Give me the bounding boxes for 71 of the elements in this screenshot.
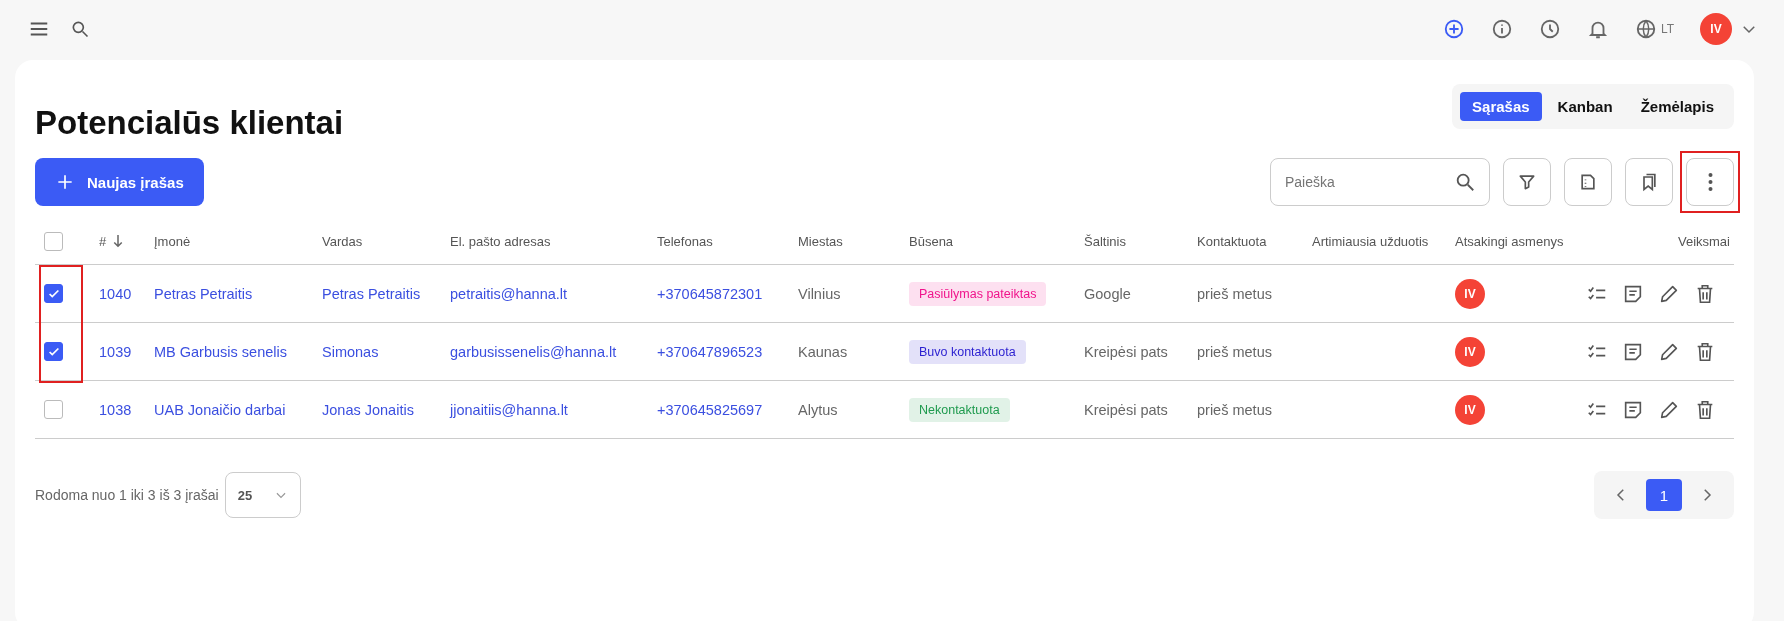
user-avatar[interactable]: IV xyxy=(1700,13,1732,45)
owner-avatar: IV xyxy=(1455,278,1485,309)
plus-icon xyxy=(55,172,75,192)
view-tab[interactable]: Žemėlapis xyxy=(1628,92,1726,121)
column-header[interactable]: Vardas xyxy=(322,233,363,249)
column-header[interactable]: El. pašto adresas xyxy=(450,233,551,249)
view-tab[interactable]: Sąrašas xyxy=(1460,92,1542,121)
company-link[interactable]: UAB Jonaičio darbai xyxy=(154,401,286,418)
column-header[interactable]: Būsena xyxy=(909,233,954,249)
search-icon xyxy=(1454,171,1476,193)
status-tag: Pasiūlymas pateiktas xyxy=(909,281,1047,306)
contacted-text: prieš metus xyxy=(1197,343,1272,360)
sort-arrow-icon[interactable] xyxy=(112,232,125,250)
more-icon xyxy=(1707,173,1713,191)
owner-avatar: IV xyxy=(1455,336,1485,367)
row-checkbox[interactable] xyxy=(44,400,63,419)
phone-link[interactable]: +370645872301 xyxy=(657,285,763,302)
filter-button[interactable] xyxy=(1503,158,1551,206)
column-header[interactable]: Šaltinis xyxy=(1084,233,1126,249)
email-link[interactable]: jjonaitiis@hanna.lt xyxy=(450,401,568,418)
contact-name-link[interactable]: Simonas xyxy=(322,343,379,360)
row-checkbox[interactable] xyxy=(44,342,63,361)
search-icon[interactable] xyxy=(70,19,90,39)
city-text: Kaunas xyxy=(798,343,848,360)
column-header[interactable]: Atsakingi asmenys xyxy=(1455,233,1564,249)
source-text: Kreipėsi pats xyxy=(1084,401,1168,418)
clock-icon[interactable] xyxy=(1538,18,1561,40)
document-button[interactable] xyxy=(1564,158,1612,206)
page-size-select[interactable]: 25 xyxy=(224,472,302,518)
owner-avatar: IV xyxy=(1455,394,1485,425)
record-id-link[interactable]: 1038 xyxy=(99,401,132,418)
source-text: Kreipėsi pats xyxy=(1084,343,1168,360)
bookmarks-button[interactable] xyxy=(1625,158,1673,206)
city-text: Vilnius xyxy=(798,285,841,302)
status-tag: Nekontaktuota xyxy=(909,397,1010,422)
contact-name-link[interactable]: Jonas Jonaitis xyxy=(322,401,414,418)
email-link[interactable]: petraitis@hanna.lt xyxy=(450,285,568,302)
contacted-text: prieš metus xyxy=(1197,285,1272,302)
status-tag: Buvo kontaktuota xyxy=(909,339,1026,364)
city-text: Alytus xyxy=(798,401,838,418)
document-icon xyxy=(1578,172,1598,192)
contacted-text: prieš metus xyxy=(1197,401,1272,418)
record-id-link[interactable]: 1040 xyxy=(99,285,132,302)
add-circle-icon[interactable] xyxy=(1442,18,1465,40)
contact-name-link[interactable]: Petras Petraitis xyxy=(322,285,421,302)
phone-link[interactable]: +370645825697 xyxy=(657,401,763,418)
column-header[interactable]: Telefonas xyxy=(657,233,713,249)
source-text: Google xyxy=(1084,285,1131,302)
select-all-checkbox[interactable] xyxy=(44,231,63,251)
email-link[interactable]: garbusissenelis@hanna.lt xyxy=(450,343,617,360)
view-tab[interactable]: Kanban xyxy=(1545,92,1625,121)
column-header[interactable]: Artimiausia užduotis xyxy=(1312,233,1429,249)
column-header[interactable]: Kontaktuota xyxy=(1197,233,1267,249)
phone-link[interactable]: +370647896523 xyxy=(657,343,763,360)
company-link[interactable]: Petras Petraitis xyxy=(154,285,253,302)
records-summary: Rodoma nuo 1 iki 3 iš 3 įrašai xyxy=(35,487,219,503)
column-header[interactable]: Miestas xyxy=(798,233,843,249)
record-id-link[interactable]: 1039 xyxy=(99,343,132,360)
search-field[interactable]: Paieška xyxy=(1270,158,1490,206)
column-header[interactable]: # xyxy=(99,233,107,249)
column-header[interactable]: Įmonė xyxy=(154,233,191,249)
filter-icon xyxy=(1517,172,1537,192)
row-checkbox[interactable] xyxy=(44,284,63,303)
new-record-button[interactable]: Naujas įrašas xyxy=(35,158,204,206)
column-header[interactable]: Veiksmai xyxy=(1677,233,1730,249)
info-icon[interactable] xyxy=(1490,18,1513,40)
page-button[interactable]: 1 xyxy=(1646,479,1682,511)
company-link[interactable]: MB Garbusis senelis xyxy=(154,343,287,360)
globe-icon[interactable] xyxy=(1634,18,1657,40)
page-title: Potencialūs klientai xyxy=(35,104,344,142)
language-label[interactable]: LT xyxy=(1660,22,1674,36)
